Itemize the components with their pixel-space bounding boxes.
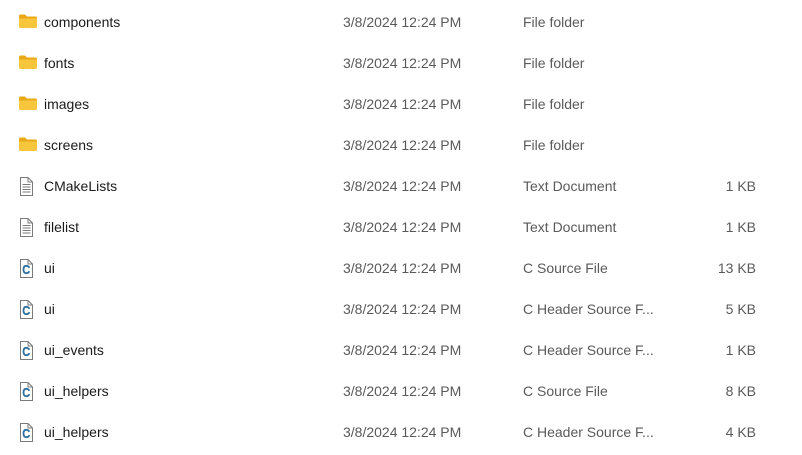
file-type: File folder <box>523 55 585 71</box>
file-row[interactable]: ui_helpers 3/8/2024 12:24 PM C Source File… <box>0 371 802 412</box>
file-date-modified: 3/8/2024 12:24 PM <box>343 260 462 276</box>
file-name: CMakeLists <box>44 178 118 194</box>
folder-icon <box>18 54 40 72</box>
file-name: filelist <box>44 219 80 235</box>
file-size: 5 KB <box>725 301 756 317</box>
file-size: 1 KB <box>725 342 756 358</box>
file-size: 4 KB <box>725 424 756 440</box>
file-type: C Source File <box>523 383 608 399</box>
file-date-modified: 3/8/2024 12:24 PM <box>343 383 462 399</box>
file-date-modified: 3/8/2024 12:24 PM <box>343 137 462 153</box>
file-type: File folder <box>523 14 585 30</box>
file-date-modified: 3/8/2024 12:24 PM <box>343 301 462 317</box>
file-type: File folder <box>523 96 585 112</box>
file-date-modified: 3/8/2024 12:24 PM <box>343 96 462 112</box>
file-row[interactable]: ui_helpers 3/8/2024 12:24 PM C Header Sour… <box>0 412 802 453</box>
file-name: ui <box>44 301 55 317</box>
file-date-modified: 3/8/2024 12:24 PM <box>343 178 462 194</box>
file-type: C Header Source F... <box>523 301 654 317</box>
file-type: Text Document <box>523 219 617 235</box>
file-name: fonts <box>44 55 75 71</box>
file-row[interactable]: ui_events 3/8/2024 12:24 PM C Header Sourc… <box>0 330 802 371</box>
file-row[interactable]: CMakeLists 3/8/2024 12:24 PM Text Document… <box>0 166 802 207</box>
file-type: Text Document <box>523 178 617 194</box>
file-row[interactable]: images 3/8/2024 12:24 PM File folder <box>0 84 802 125</box>
file-size: 1 KB <box>725 178 756 194</box>
text-document-icon <box>18 177 40 196</box>
file-row[interactable]: fonts 3/8/2024 12:24 PM File folder <box>0 43 802 84</box>
file-size: 1 KB <box>725 219 756 235</box>
file-name: ui <box>44 260 55 276</box>
file-row[interactable]: ui 3/8/2024 12:24 PM C Source File 13 KB <box>0 248 802 289</box>
file-name: screens <box>44 137 94 153</box>
file-date-modified: 3/8/2024 12:24 PM <box>343 424 462 440</box>
file-type: C Header Source F... <box>523 424 654 440</box>
c-source-icon <box>18 382 40 401</box>
folder-icon <box>18 136 40 154</box>
file-name: ui_events <box>44 342 104 358</box>
c-source-icon <box>18 259 40 278</box>
file-size: 8 KB <box>725 383 756 399</box>
file-name: images <box>44 96 90 112</box>
file-name: ui_helpers <box>44 383 109 399</box>
file-row[interactable]: filelist 3/8/2024 12:24 PM Text Document 1 … <box>0 207 802 248</box>
file-name: ui_helpers <box>44 424 109 440</box>
file-row[interactable]: screens 3/8/2024 12:24 PM File folder <box>0 125 802 166</box>
c-header-icon <box>18 341 40 360</box>
file-name: components <box>44 14 121 30</box>
file-type: C Header Source F... <box>523 342 654 358</box>
folder-icon <box>18 95 40 113</box>
file-date-modified: 3/8/2024 12:24 PM <box>343 14 462 30</box>
file-type: File folder <box>523 137 585 153</box>
file-row[interactable]: ui 3/8/2024 12:24 PM C Header Source F... 5… <box>0 289 802 330</box>
file-list: components 3/8/2024 12:24 PM File folder fo… <box>0 0 802 455</box>
text-document-icon <box>18 218 40 237</box>
c-header-icon <box>18 423 40 442</box>
file-row[interactable]: components 3/8/2024 12:24 PM File folder <box>0 2 802 43</box>
file-date-modified: 3/8/2024 12:24 PM <box>343 342 462 358</box>
file-date-modified: 3/8/2024 12:24 PM <box>343 55 462 71</box>
file-type: C Source File <box>523 260 608 276</box>
c-header-icon <box>18 300 40 319</box>
file-size: 13 KB <box>717 260 756 276</box>
file-date-modified: 3/8/2024 12:24 PM <box>343 219 462 235</box>
folder-icon <box>18 13 40 31</box>
